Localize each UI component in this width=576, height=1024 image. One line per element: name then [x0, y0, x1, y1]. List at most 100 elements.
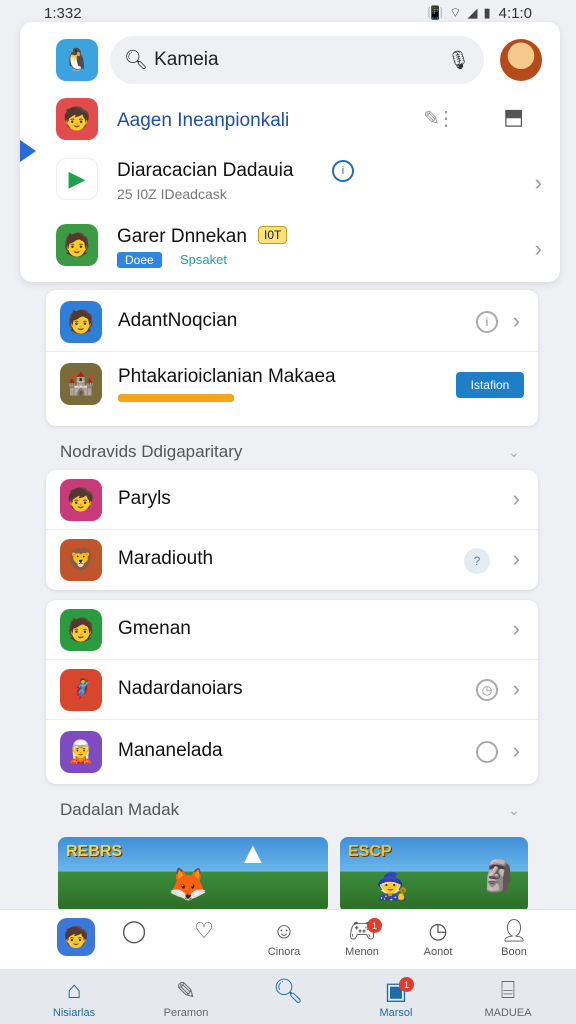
heart-icon: ♡: [194, 918, 214, 943]
list-item[interactable]: 🧝 Mananelada ›: [46, 722, 538, 782]
chevron-right-icon: ›: [512, 486, 520, 511]
game-icon: 🧝: [60, 731, 102, 773]
search-icon: 🔍︎: [272, 978, 304, 1005]
shelf-aonot[interactable]: ◷ Aonot: [406, 918, 470, 958]
shelf-app[interactable]: 🧒: [44, 918, 108, 956]
nav-search[interactable]: 🔍︎: [248, 977, 328, 1007]
notification-badge: 1: [399, 977, 414, 992]
chevron-right-icon: ›: [512, 616, 520, 641]
tag-badge: I0T: [258, 226, 288, 244]
item-title: Mananelada: [118, 740, 223, 761]
character-icon: 🗿: [480, 860, 518, 893]
vibrate-icon: 📳: [427, 5, 444, 20]
app-icon: 🧒: [57, 918, 95, 956]
character-icon: 🧙: [376, 871, 409, 901]
chevron-right-icon: ›: [512, 676, 520, 701]
app-card: 🧒 Paryls › 🦁 Maradiouth ? ›: [46, 470, 538, 590]
game-icon: 🏰: [60, 363, 102, 405]
chevron-right-icon: ›: [512, 546, 520, 571]
chevron-right-icon: ›: [512, 738, 520, 763]
suggestion-subtitle: 25 I0Z IDeadcask: [117, 186, 227, 202]
app-logo-icon[interactable]: 🐧: [56, 39, 98, 81]
shelf-label: Cinora: [267, 946, 301, 958]
search-icon: 🔍︎: [124, 50, 149, 71]
search-row: 🐧 🔍︎ 🎙: [20, 36, 560, 86]
chevron-down-icon[interactable]: ⌄: [508, 444, 520, 461]
clock-icon: ◷: [428, 918, 448, 943]
item-title: AdantNoqcian: [118, 310, 238, 331]
suggestion-title: Diaracacian Dadauia: [117, 160, 294, 181]
search-input[interactable]: [154, 49, 425, 71]
radio-icon[interactable]: [476, 741, 498, 763]
chip-green: Spsaket: [180, 252, 227, 267]
shelf-label: Aonot: [423, 946, 453, 958]
list-item[interactable]: 🧑 AdantNoqcian i ›: [46, 292, 538, 352]
shelf-favorites[interactable]: ♡: [172, 918, 236, 946]
more-icon[interactable]: ⋮: [436, 106, 456, 131]
status-right-text: 4:1:0: [498, 4, 532, 22]
mountain-icon: ▲: [238, 837, 268, 870]
chevron-right-icon: ›: [534, 170, 542, 195]
game-icon: 🧑: [60, 609, 102, 651]
list-item[interactable]: 🦁 Maradiouth ? ›: [46, 530, 538, 590]
suggestion-row[interactable]: 🧒 Aagen Ineanpionkali ✎ ⋮ ⬒: [20, 90, 560, 152]
chip-blue: Doee: [117, 252, 162, 268]
clock-icon: ◷: [476, 679, 498, 701]
microphone-icon[interactable]: 🎙: [447, 50, 470, 71]
game-banner[interactable]: ESCP 🧙 🗿: [340, 837, 528, 913]
list-item[interactable]: 🧒 Paryls ›: [46, 470, 538, 530]
nav-label: Marsol: [379, 1007, 413, 1019]
chevron-right-icon: ›: [512, 308, 520, 333]
game-banner[interactable]: REBRS 🦊 ▲: [58, 837, 328, 913]
suggestion-row[interactable]: ▶ Diaracacian Dadauia i 25 I0Z IDeadcask…: [20, 150, 560, 212]
status-time: 1:332: [44, 4, 82, 22]
nav-marsol[interactable]: ▣ 1 Marsol: [356, 977, 436, 1019]
game-icon: 🦁: [60, 539, 102, 581]
nav-peramon[interactable]: ✎ Peramon: [146, 977, 226, 1019]
list-item[interactable]: 🧑 Gmenan ›: [46, 600, 538, 660]
search-suggestions-panel: 🐧 🔍︎ 🎙 🧒 Aagen Ineanpionkali ✎ ⋮ ⬒ ▶ Dia…: [20, 22, 560, 282]
quick-actions-bar: 🧒 ◯ ♡ ☺ Cinora 🎮︎ 1 Menon ◷ Aonot 👤︎ Boo…: [0, 909, 576, 969]
section-title: Dadalan Madak: [60, 800, 180, 819]
shelf-label: Menon: [345, 946, 379, 958]
chevron-down-icon[interactable]: ⌄: [508, 802, 520, 819]
nav-home[interactable]: ⌂ Nisiarlas: [34, 977, 114, 1019]
banner-title: REBRS: [66, 843, 123, 860]
list-item[interactable]: 🦸 Nadardanoiars ◷ ›: [46, 660, 538, 720]
play-store-icon: ▶: [56, 158, 98, 200]
game-icon: 🧒: [56, 98, 98, 140]
edit-icon: ✎: [175, 978, 197, 1005]
share-icon[interactable]: ⬒: [503, 104, 524, 130]
help-badge: ?: [464, 548, 490, 574]
suggestion-title: Aagen Ineanpionkali: [117, 110, 290, 131]
wifi-icon: ⌔: [449, 5, 462, 20]
shelf-chat[interactable]: ◯: [102, 918, 166, 946]
home-icon: ⌂: [66, 977, 82, 1004]
item-title: Nadardanoiars: [118, 678, 243, 699]
install-button[interactable]: Istafion: [456, 372, 524, 398]
game-icon: 🧑: [56, 224, 98, 266]
app-card: 🧑 Gmenan › 🦸 Nadardanoiars ◷ › 🧝 Mananel…: [46, 600, 538, 784]
shelf-cinora[interactable]: ☺ Cinora: [252, 918, 316, 958]
nav-label: Peramon: [163, 1007, 209, 1019]
drawer-handle-icon[interactable]: [20, 140, 36, 162]
item-title: Phtakarioiclanian Makaea: [118, 366, 336, 387]
archive-icon: ⌸: [500, 977, 516, 1004]
nav-maduea[interactable]: ⌸ MADUEA: [468, 977, 548, 1019]
profile-icon: 👤︎: [500, 918, 528, 943]
info-icon: i: [476, 311, 498, 333]
suggestion-row[interactable]: 🧑 Garer Dnnekan I0T Doee Spsaket ›: [20, 216, 560, 278]
list-item[interactable]: 🏰 Phtakarioiclanian Makaea Istafion: [46, 354, 538, 424]
game-icon: 🧑: [60, 301, 102, 343]
suggestion-title: Garer Dnnekan: [117, 226, 247, 247]
shelf-label: Boon: [501, 946, 527, 958]
banner-title: ESCP: [348, 843, 392, 860]
info-icon: i: [332, 160, 354, 182]
shelf-boon[interactable]: 👤︎ Boon: [482, 918, 546, 958]
character-icon: 🦊: [168, 866, 208, 902]
shelf-menon[interactable]: 🎮︎ 1 Menon: [330, 918, 394, 958]
install-progress-bar: [118, 394, 234, 402]
avatar[interactable]: [500, 39, 542, 81]
search-bar[interactable]: 🔍︎ 🎙: [110, 36, 484, 84]
notification-badge: 1: [367, 918, 382, 933]
